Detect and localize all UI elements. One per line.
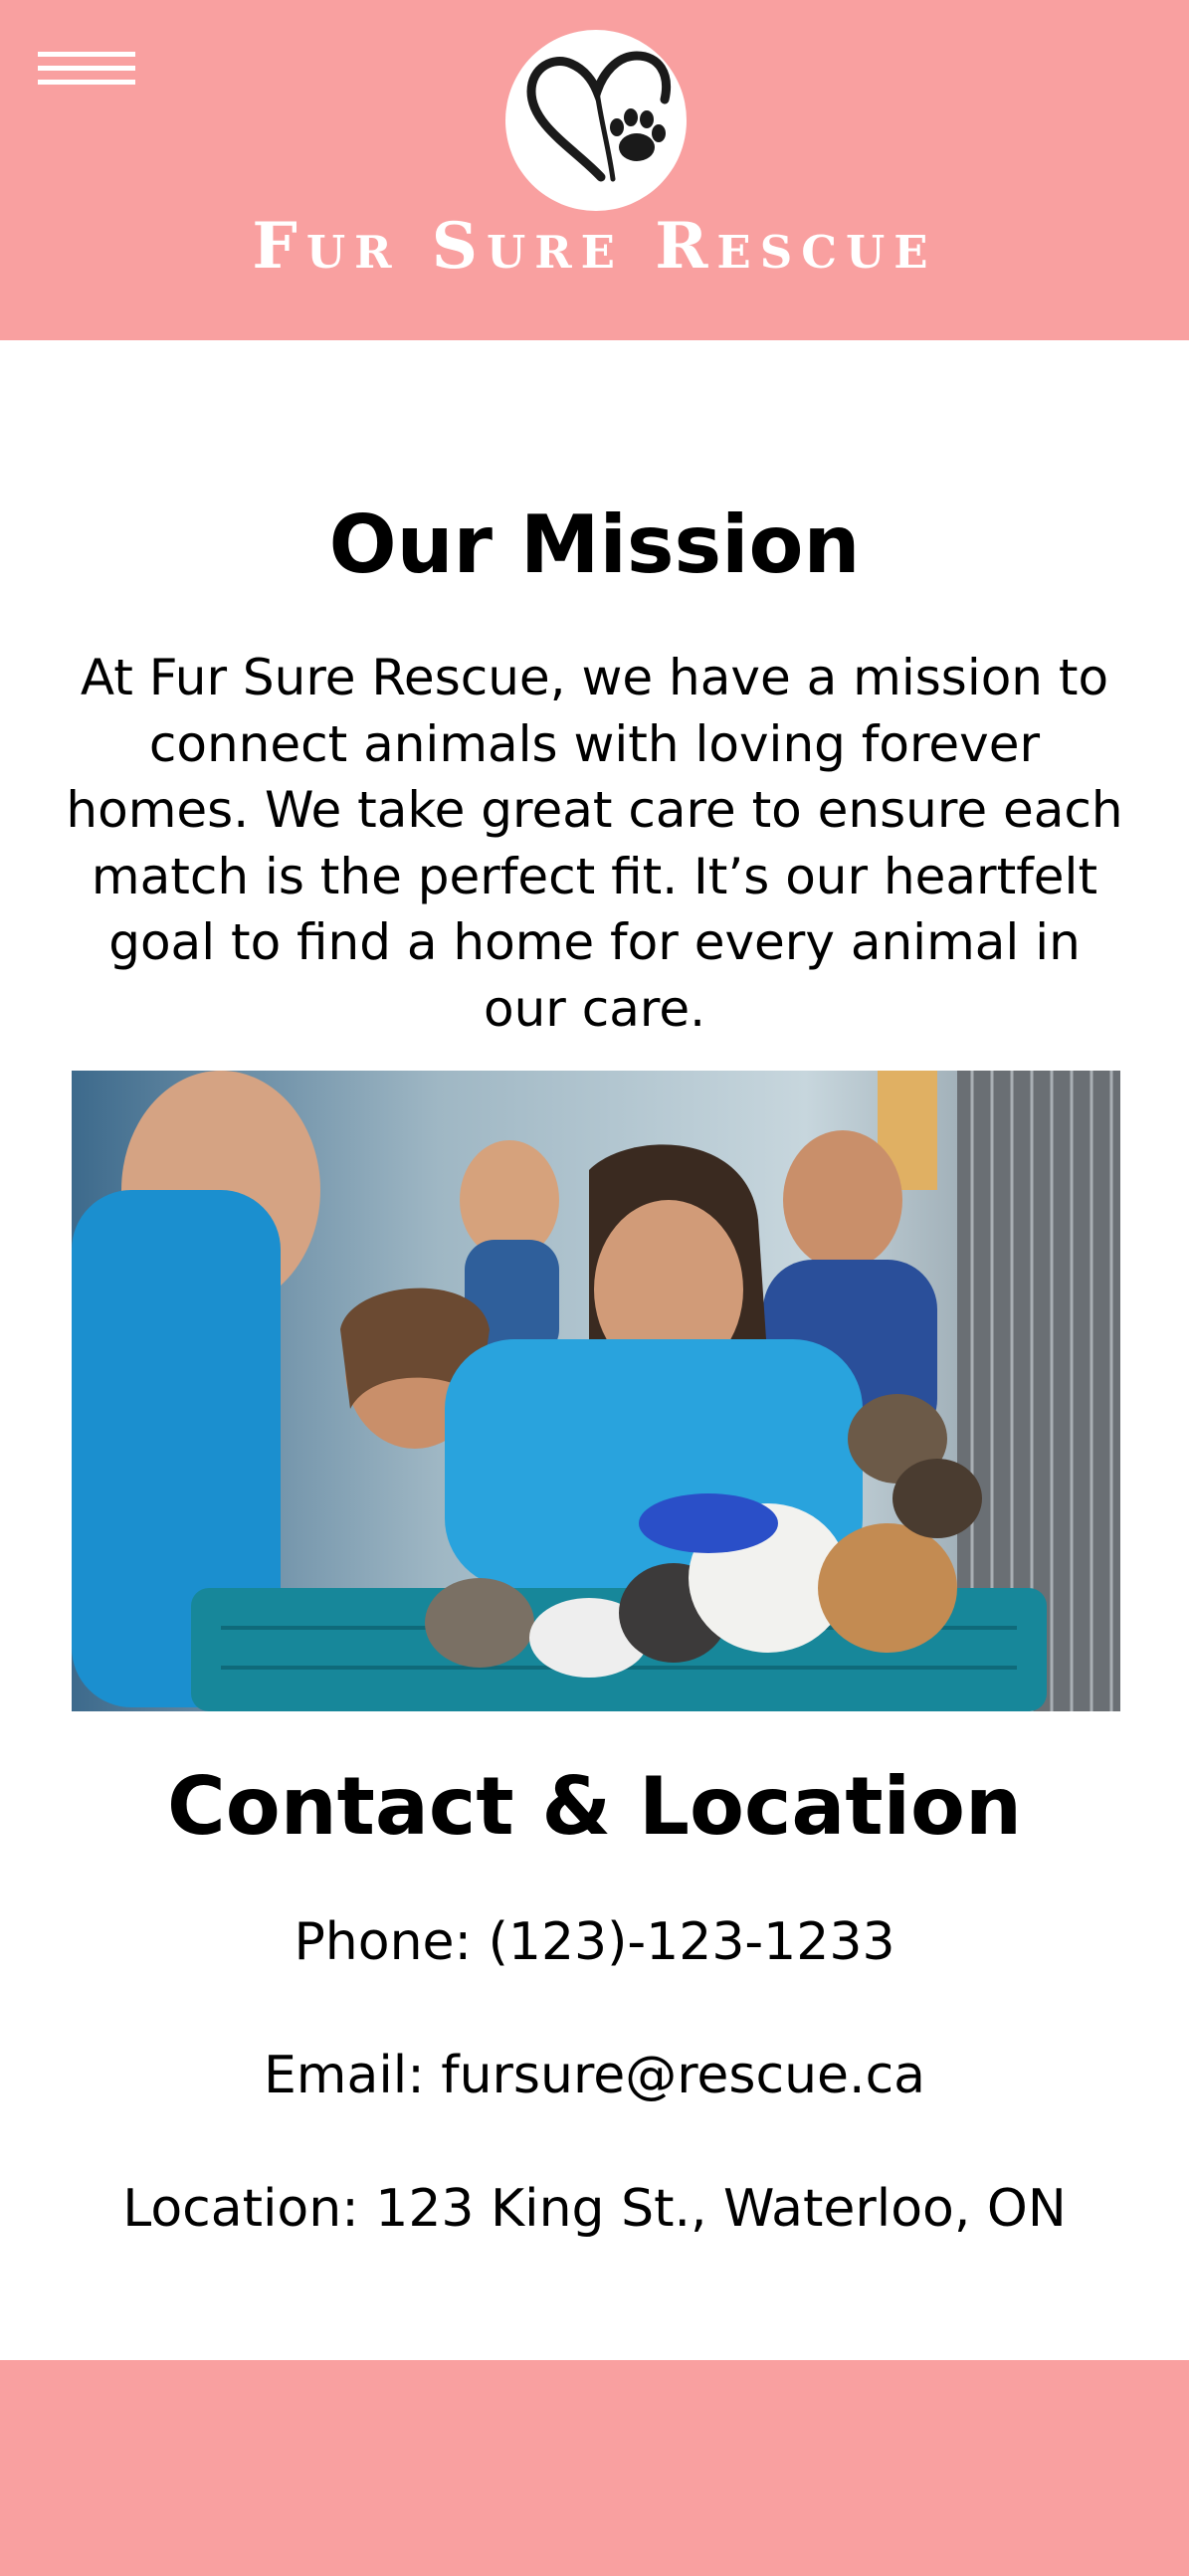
hamburger-menu-icon[interactable] (38, 52, 135, 88)
heart-paw-icon (526, 51, 671, 182)
photo-illustration (72, 1071, 1120, 1711)
mission-title: Our Mission (328, 498, 861, 591)
contact-email[interactable]: Email: fursure@rescue.ca (0, 2044, 1189, 2107)
page: Fur Sure Rescue Our Mission At Fur Sure … (0, 0, 1189, 2576)
contact-location: Location: 123 King St., Waterloo, ON (122, 2179, 1067, 2239)
volunteers-with-puppies-photo (72, 1071, 1120, 1711)
logo[interactable] (505, 30, 687, 211)
contact-title: Contact & Location (167, 1760, 1022, 1853)
brand-name: Fur Sure Rescue (252, 209, 937, 284)
menu-line (38, 66, 135, 71)
menu-line (38, 80, 135, 85)
menu-line (38, 52, 135, 57)
site-footer (0, 2360, 1189, 2576)
mission-text: At Fur Sure Rescue, we have a mission to… (66, 649, 1123, 1038)
site-header: Fur Sure Rescue (0, 0, 1189, 340)
contact-phone[interactable]: Phone: (123)-123-1233 (0, 1910, 1189, 1974)
